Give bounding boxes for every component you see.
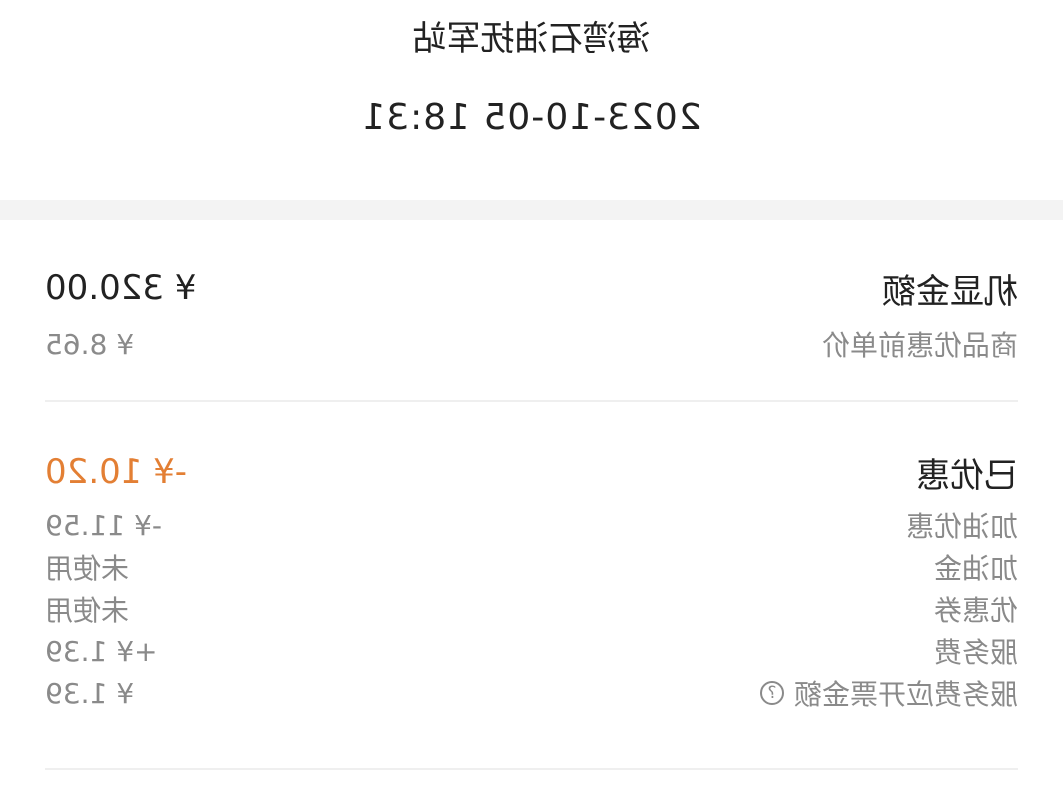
discount-row: 已优惠 -¥ 10.20 [45,446,1018,498]
unit-price-label: 商品优惠前单价 [821,329,1018,362]
amount-card: 机显金额 ¥ 320.00 商品优惠前单价 ¥ 8.65 已优惠 -¥ 10.2… [0,220,1063,770]
amount-label: 机显金额 [882,271,1018,312]
transaction-datetime: 2023-10-05 18:31 [361,97,702,138]
discount-item-row: 加油优惠 -¥ 11.59 [45,504,1018,546]
section-gap [0,200,1063,220]
invoice-amount-label: 服务费应开票金额 [793,678,1018,711]
service-fee-label: 服务费 [933,636,1018,669]
unit-price-value: ¥ 8.65 [45,327,135,361]
receipt-header: 海湾石油抚军站 2023-10-05 18:31 [0,0,1063,200]
fuel-discount-value: -¥ 11.59 [45,508,162,542]
fuel-credit-label: 加油金 [933,552,1018,585]
fuel-credit-value: 未使用 [45,552,130,585]
fuel-discount-label: 加油优惠 [905,510,1018,543]
divider [45,768,1018,770]
discount-item-row: 服务费应开票金额 ? ¥ 1.39 [45,672,1018,714]
discount-section: 已优惠 -¥ 10.20 加油优惠 -¥ 11.59 加油金 未使用 优惠券 未… [45,402,1018,768]
discount-value: -¥ 10.20 [45,452,188,492]
amount-section: 机显金额 ¥ 320.00 商品优惠前单价 ¥ 8.65 [45,220,1018,400]
discount-item-row: 加油金 未使用 [45,546,1018,588]
invoice-amount-label-group: 服务费应开票金额 ? [759,673,1018,713]
invoice-amount-value: ¥ 1.39 [45,676,135,710]
discount-item-row: 优惠券 未使用 [45,588,1018,630]
discount-label: 已优惠 [916,455,1018,496]
amount-row: 机显金额 ¥ 320.00 [45,264,1018,312]
discount-item-row: 服务费 +¥ 1.39 [45,630,1018,672]
unit-price-row: 商品优惠前单价 ¥ 8.65 [45,320,1018,368]
coupon-label: 优惠券 [933,594,1018,627]
question-circle-icon[interactable]: ? [759,681,784,705]
coupon-value: 未使用 [45,594,130,627]
receipt-page: 海湾石油抚军站 2023-10-05 18:31 机显金额 ¥ 320.00 商… [0,0,1063,809]
service-fee-value: +¥ 1.39 [45,634,158,668]
station-name: 海湾石油抚军站 [412,19,651,59]
amount-value: ¥ 320.00 [45,268,197,308]
